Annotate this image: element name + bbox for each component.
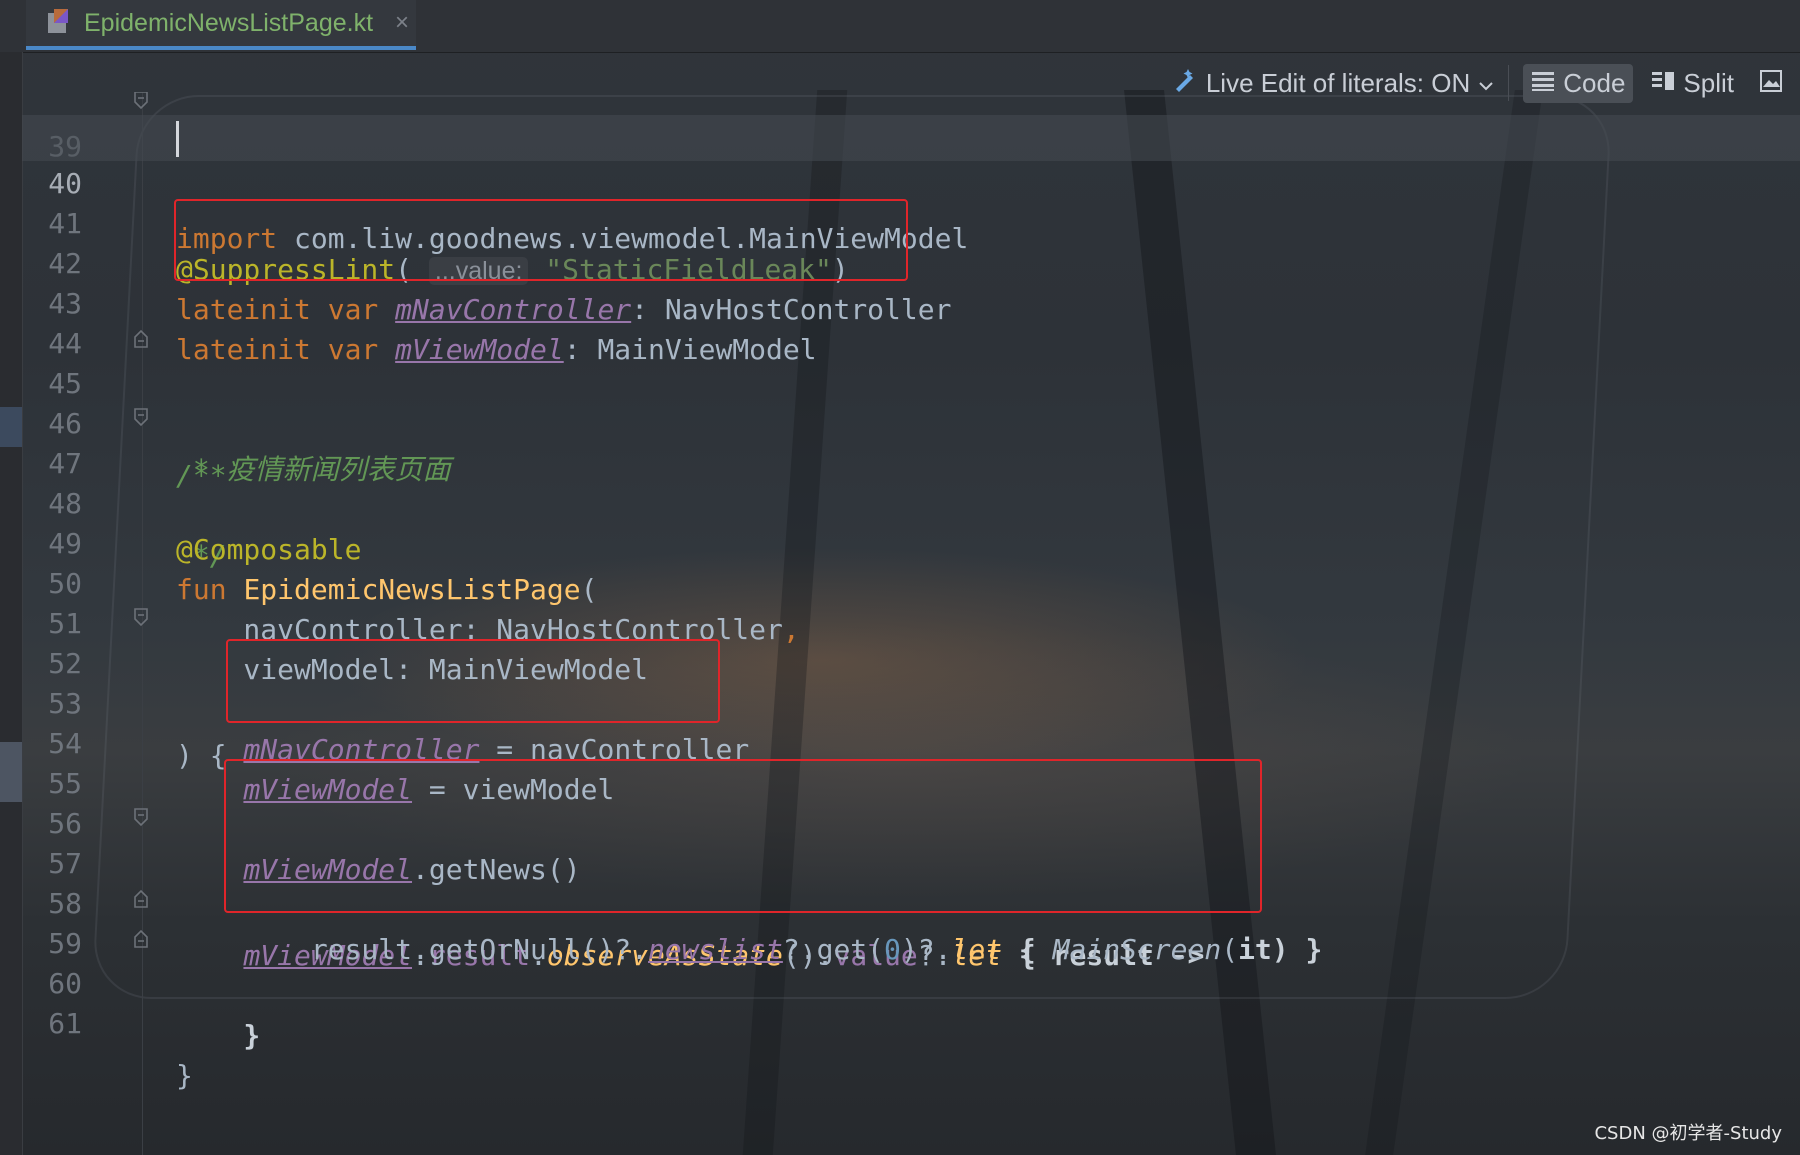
- highlight-box-properties: [174, 199, 908, 281]
- line-number: 61: [48, 1007, 82, 1040]
- left-tool-strip: [0, 52, 23, 1155]
- code-editor[interactable]: 39 import com.liw.goodnews.viewmodel.Mai…: [22, 92, 1800, 1155]
- fold-end-icon[interactable]: [133, 92, 149, 112]
- scroll-marker: [0, 407, 22, 447]
- scroll-marker: [0, 742, 22, 802]
- close-icon[interactable]: ×: [395, 9, 409, 37]
- kotlin-file-icon: [46, 7, 72, 40]
- fold-end-icon[interactable]: [133, 407, 149, 429]
- fold-end-icon[interactable]: [133, 927, 149, 949]
- fold-start-icon[interactable]: [133, 807, 149, 829]
- text-caret: [176, 121, 179, 157]
- code-line: 61: [22, 955, 1800, 1040]
- fold-start-icon[interactable]: [133, 607, 149, 629]
- highlight-box-assignments: [226, 639, 720, 723]
- code-text: }: [176, 1059, 193, 1092]
- fold-end-icon[interactable]: [133, 887, 149, 909]
- fold-start-icon[interactable]: [133, 327, 149, 349]
- highlight-box-getnews: [224, 759, 1262, 913]
- editor-tab-bar: EpidemicNewsListPage.kt ×: [0, 0, 1800, 53]
- watermark: CSDN @初学者-Study: [1594, 1123, 1782, 1144]
- tab-epidemic-news-list-page[interactable]: EpidemicNewsListPage.kt ×: [26, 0, 416, 50]
- tab-label: EpidemicNewsListPage.kt: [84, 8, 374, 37]
